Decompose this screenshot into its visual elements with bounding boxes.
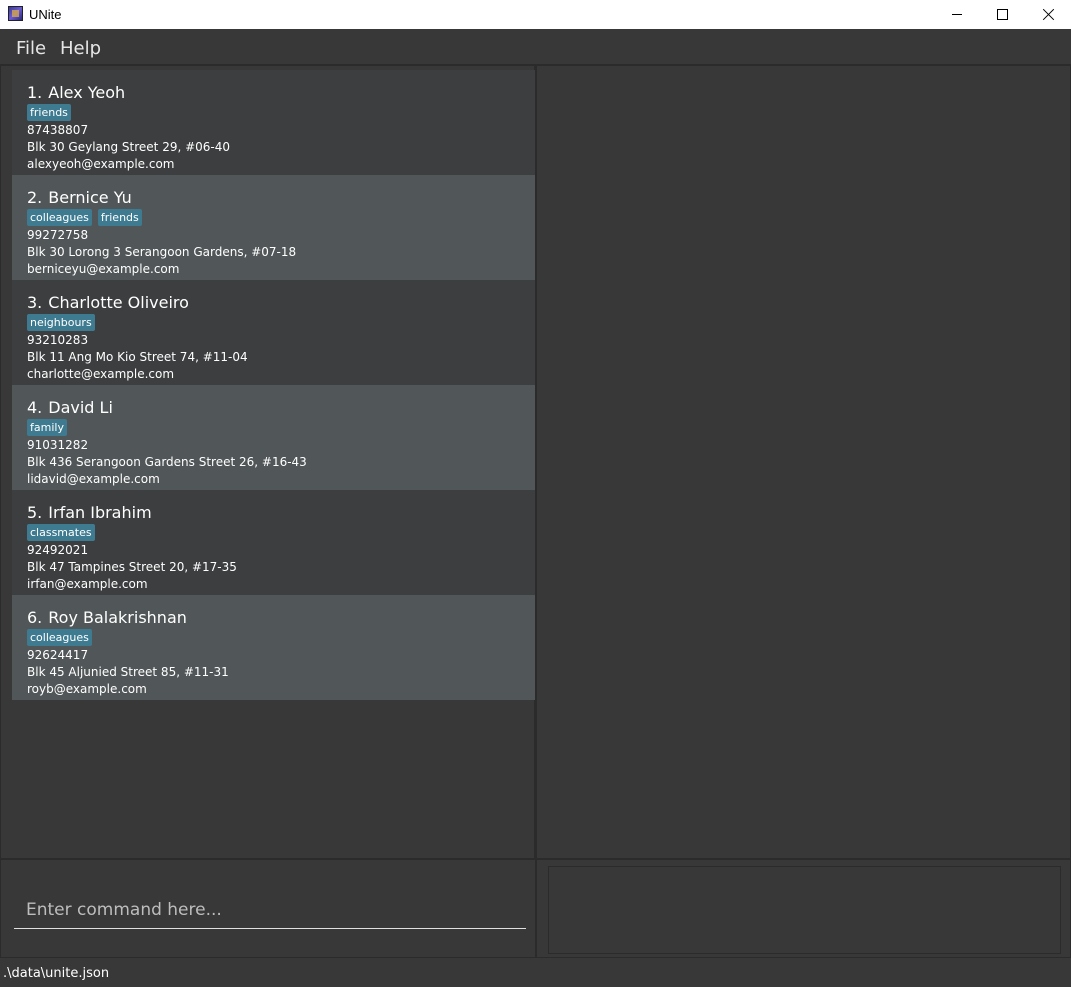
person-email: berniceyu@example.com	[27, 262, 180, 276]
tag-list: friends	[27, 104, 71, 121]
person-address: Blk 436 Serangoon Gardens Street 26, #16…	[27, 455, 307, 469]
person-index: 6.	[27, 608, 43, 627]
person-address: Blk 30 Geylang Street 29, #06-40	[27, 140, 231, 154]
person-card[interactable]: 2. Bernice Yu colleagues friends 99272758 Blk…	[12, 175, 535, 280]
minimize-button[interactable]	[934, 0, 980, 29]
person-address: Blk 30 Lorong 3 Serangoon Gardens, #07-1…	[27, 245, 297, 259]
person-name: 4. David Li	[27, 398, 113, 417]
person-card[interactable]: 1. Alex Yeoh friends 87438807 Blk 30 Geylang…	[12, 70, 535, 175]
person-name: 3. Charlotte Oliveiro	[27, 293, 189, 312]
person-phone: 91031282	[27, 438, 89, 452]
person-email: alexyeoh@example.com	[27, 157, 175, 171]
person-phone: 87438807	[27, 123, 89, 137]
person-list-panel[interactable]: 1. Alex Yeoh friends 87438807 Blk 30 Geylang…	[0, 65, 536, 859]
close-button[interactable]	[1025, 0, 1071, 29]
person-email: charlotte@example.com	[27, 367, 175, 381]
tag-list: colleagues friends	[27, 209, 142, 226]
person-phone: 92624417	[27, 648, 89, 662]
tag-label: friends	[97, 209, 142, 226]
person-index: 4.	[27, 398, 43, 417]
person-card[interactable]: 6. Roy Balakrishnan colleagues 92624417 Blk …	[12, 595, 535, 700]
menu-bar: File Help	[0, 29, 1071, 65]
person-card[interactable]: 3. Charlotte Oliveiro neighbours 93210283 Bl…	[12, 280, 535, 385]
person-index: 1.	[27, 83, 43, 102]
person-index: 5.	[27, 503, 43, 522]
status-bar: .\data\unite.json	[0, 958, 1071, 987]
person-name: 6. Roy Balakrishnan	[27, 608, 187, 627]
tag-label: colleagues	[27, 209, 92, 226]
person-name-text: Alex Yeoh	[48, 83, 126, 102]
person-card[interactable]: 4. David Li family 91031282 Blk 436 Serangoo…	[12, 385, 535, 490]
result-display	[548, 866, 1061, 954]
person-card[interactable]: 5. Irfan Ibrahim classmates 92492021 Blk 47 …	[12, 490, 535, 595]
tag-label: classmates	[27, 524, 95, 541]
person-index: 2.	[27, 188, 43, 207]
person-address: Blk 45 Aljunied Street 85, #11-31	[27, 665, 229, 679]
person-email: royb@example.com	[27, 682, 147, 696]
person-address: Blk 47 Tampines Street 20, #17-35	[27, 560, 237, 574]
person-phone: 92492021	[27, 543, 89, 557]
tag-label: friends	[27, 104, 71, 121]
maximize-button[interactable]	[979, 0, 1025, 29]
person-name-text: Bernice Yu	[48, 188, 132, 207]
person-email: irfan@example.com	[27, 577, 148, 591]
detail-panel	[536, 65, 1071, 859]
save-location: .\data\unite.json	[3, 966, 110, 981]
person-email: lidavid@example.com	[27, 472, 160, 486]
minimize-icon	[952, 14, 962, 15]
command-box	[0, 859, 536, 958]
person-name: 2. Bernice Yu	[27, 188, 132, 207]
tag-list: classmates	[27, 524, 95, 541]
menu-file[interactable]: File	[16, 38, 46, 59]
tag-label: family	[27, 419, 67, 436]
maximize-icon	[996, 9, 1008, 20]
tag-list: family	[27, 419, 67, 436]
person-name-text: Irfan Ibrahim	[48, 503, 152, 522]
person-name-text: Charlotte Oliveiro	[48, 293, 189, 312]
person-name-text: David Li	[48, 398, 113, 417]
tag-label: neighbours	[27, 314, 95, 331]
tag-list: neighbours	[27, 314, 95, 331]
person-name: 1. Alex Yeoh	[27, 83, 125, 102]
person-name-text: Roy Balakrishnan	[48, 608, 187, 627]
person-name: 5. Irfan Ibrahim	[27, 503, 152, 522]
title-bar: UNite	[0, 0, 1071, 29]
menu-help[interactable]: Help	[60, 38, 101, 59]
tag-label: colleagues	[27, 629, 92, 646]
window-title: UNite	[29, 7, 62, 22]
app-icon	[8, 6, 23, 21]
close-icon	[1042, 8, 1055, 21]
person-address: Blk 11 Ang Mo Kio Street 74, #11-04	[27, 350, 248, 364]
command-input[interactable]	[14, 891, 526, 929]
tag-list: colleagues	[27, 629, 92, 646]
result-display-container	[536, 859, 1071, 958]
person-phone: 93210283	[27, 333, 89, 347]
person-index: 3.	[27, 293, 43, 312]
person-phone: 99272758	[27, 228, 89, 242]
